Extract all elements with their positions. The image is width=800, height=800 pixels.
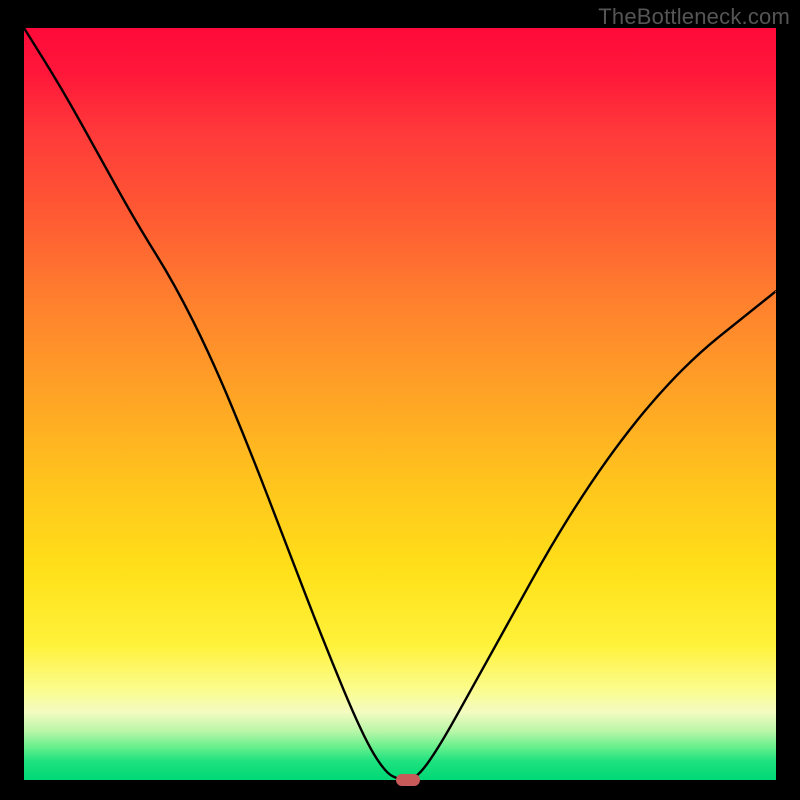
plot-area <box>24 28 776 780</box>
watermark-text: TheBottleneck.com <box>598 4 790 30</box>
chart-frame: TheBottleneck.com <box>0 0 800 800</box>
bottleneck-curve <box>24 28 776 780</box>
minimum-marker <box>396 774 420 786</box>
